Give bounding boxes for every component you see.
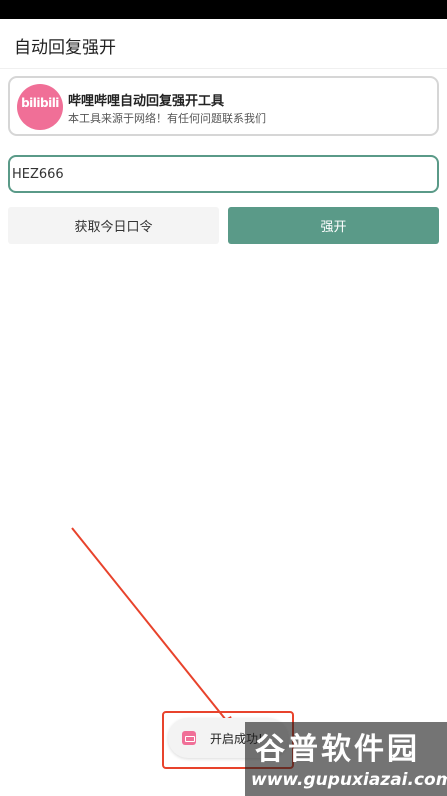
- get-code-button[interactable]: 获取今日口令: [8, 207, 219, 244]
- card-title: 哔哩哔哩自动回复强开工具: [68, 94, 225, 109]
- app-icon: [182, 731, 196, 745]
- page-title: 自动回复强开: [14, 38, 116, 58]
- bilibili-logo: bilibili: [17, 84, 63, 130]
- status-bar: [0, 0, 447, 19]
- code-input[interactable]: [8, 155, 439, 193]
- watermark-title: 谷普软件园: [255, 732, 420, 767]
- arrow-shaft: [71, 527, 231, 726]
- watermark-url: www.gupuxiazai.com: [251, 770, 447, 790]
- card-subtitle: 本工具来源于网络！有任何问题联系我们: [68, 112, 266, 125]
- open-button[interactable]: 强开: [228, 207, 439, 244]
- info-card: bilibili 哔哩哔哩自动回复强开工具 本工具来源于网络！有任何问题联系我们: [8, 76, 439, 136]
- logo-text: bilibili: [21, 96, 59, 110]
- site-watermark: 谷普软件园 www.gupuxiazai.com: [245, 722, 447, 796]
- app-bar: 自动回复强开: [0, 19, 447, 69]
